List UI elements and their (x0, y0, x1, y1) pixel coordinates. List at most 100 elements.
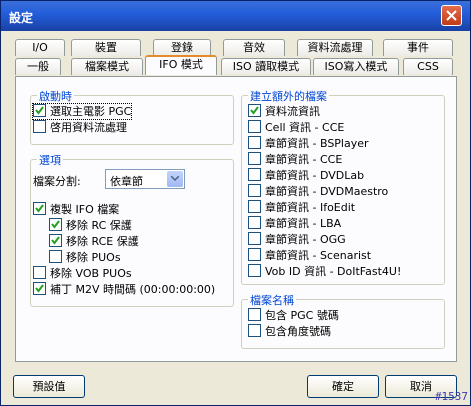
copy-ifo-checkbox[interactable]: 複製 IFO 檔案 (33, 202, 119, 217)
checkmark-icon (51, 236, 60, 245)
patch-m2v-timecode-checkbox[interactable]: 補丁 M2V 時間碼 (00:00:00:00) (33, 282, 215, 297)
remove-rce-checkbox[interactable]: 移除 RCE 保護 (49, 234, 139, 249)
checkbox-box (248, 168, 261, 181)
chevron-down-icon (171, 176, 179, 181)
checkbox-box (248, 264, 261, 277)
filename-group: 檔案名稱 包含 PGC 號碼 包含角度號碼 (241, 292, 445, 349)
stream-info-checkbox[interactable]: 資料流資訊 (248, 104, 320, 119)
chapter-info-scenarist-label: 章節資訊 - Scenarist (265, 249, 372, 262)
chapter-info-dvdmaestro-label: 章節資訊 - DVDMaestro (265, 185, 389, 198)
startup-legend: 啟動時 (37, 88, 74, 104)
chapter-info-cce-checkbox[interactable]: 章節資訊 - CCE (248, 152, 342, 167)
checkmark-icon (250, 106, 259, 115)
title-bar[interactable]: 設定 (1, 1, 470, 31)
tab-file-mode[interactable]: 檔案模式 (71, 58, 143, 75)
remove-vob-puos-label: 移除 VOB PUOs (50, 267, 132, 280)
chapter-info-ifoedit-label: 章節資訊 - IfoEdit (265, 201, 356, 214)
include-angle-number-label: 包含角度號碼 (265, 325, 331, 338)
enable-stream-processing-checkbox[interactable]: 啓用資料流處理 (33, 120, 127, 135)
cell-info-cce-checkbox[interactable]: Cell 資訊 - CCE (248, 120, 344, 135)
checkbox-box (33, 120, 46, 133)
ok-button[interactable]: 確定 (307, 375, 379, 398)
checkbox-box (248, 216, 261, 229)
startup-group: 啟動時 選取主電影 PGC 啓用資料流處理 (30, 88, 234, 145)
checkmark-icon (35, 106, 44, 115)
tab-iso-read-mode[interactable]: ISO 讀取模式 (221, 58, 311, 75)
ifo-mode-panel: 啟動時 選取主電影 PGC 啓用資料流處理 選項 檔案分割: 依章節 複製 IF… (15, 76, 457, 362)
remove-vob-puos-checkbox[interactable]: 移除 VOB PUOs (33, 266, 132, 281)
tab-io[interactable]: I/O (15, 39, 65, 56)
tab-devices[interactable]: 裝置 (71, 39, 141, 56)
checkbox-box (49, 234, 62, 247)
dropdown-button[interactable] (167, 171, 183, 187)
chapter-info-bsplayer-label: 章節資訊 - BSPlayer (265, 137, 369, 150)
chapter-info-bsplayer-checkbox[interactable]: 章節資訊 - BSPlayer (248, 136, 369, 151)
close-icon (446, 10, 457, 21)
checkbox-box (33, 104, 46, 117)
tab-events[interactable]: 事件 (383, 39, 453, 56)
checkmark-icon (35, 284, 44, 293)
tab-ifo-mode[interactable]: IFO 模式 (145, 55, 217, 75)
tab-registration[interactable]: 登錄 (153, 39, 211, 56)
tab-general[interactable]: 一般 (15, 58, 61, 75)
options-group: 選項 檔案分割: 依章節 複製 IFO 檔案 移除 RC 保護 移除 RCE 保… (30, 152, 234, 307)
checkbox-box (33, 266, 46, 279)
tab-css[interactable]: CSS (403, 58, 453, 75)
chapter-info-lba-label: 章節資訊 - LBA (265, 217, 342, 230)
chapter-info-ifoedit-checkbox[interactable]: 章節資訊 - IfoEdit (248, 200, 355, 215)
file-split-label: 檔案分割: (33, 175, 81, 188)
include-pgc-number-checkbox[interactable]: 包含 PGC 號碼 (248, 308, 339, 323)
tab-iso-write-mode[interactable]: ISO寫入模式 (313, 58, 399, 75)
extra-files-legend: 建立額外的檔案 (248, 88, 329, 104)
chapter-info-lba-checkbox[interactable]: 章節資訊 - LBA (248, 216, 341, 231)
chapter-info-dvdmaestro-checkbox[interactable]: 章節資訊 - DVDMaestro (248, 184, 388, 199)
filename-legend: 檔案名稱 (248, 292, 296, 308)
checkbox-box (248, 184, 261, 197)
stream-info-label: 資料流資訊 (265, 105, 320, 118)
tab-audio[interactable]: 音效 (223, 39, 285, 56)
window-title: 設定 (9, 11, 34, 25)
checkbox-box (248, 200, 261, 213)
enable-stream-processing-label: 啓用資料流處理 (50, 121, 127, 134)
checkbox-box (248, 324, 261, 337)
close-button[interactable] (441, 5, 462, 26)
chapter-info-ogg-label: 章節資訊 - OGG (265, 233, 346, 246)
checkbox-box (248, 232, 261, 245)
checkbox-box (33, 282, 46, 295)
include-angle-number-checkbox[interactable]: 包含角度號碼 (248, 324, 331, 339)
options-legend: 選項 (37, 152, 63, 168)
chapter-info-dvdlab-checkbox[interactable]: 章節資訊 - DVDLab (248, 168, 364, 183)
checkbox-box (49, 218, 62, 231)
checkbox-box (248, 308, 261, 321)
checkbox-box (248, 136, 261, 149)
remove-puos-checkbox[interactable]: 移除 PUOs (49, 250, 121, 265)
checkbox-box (248, 152, 261, 165)
checkbox-box (248, 248, 261, 261)
chapter-info-ogg-checkbox[interactable]: 章節資訊 - OGG (248, 232, 346, 247)
chapter-info-dvdlab-label: 章節資訊 - DVDLab (265, 169, 365, 182)
cell-info-cce-label: Cell 資訊 - CCE (265, 121, 345, 134)
vob-id-info-label: Vob ID 資訊 - DoItFast4U! (265, 265, 402, 278)
patch-m2v-timecode-label: 補丁 M2V 時間碼 (00:00:00:00) (50, 283, 216, 296)
settings-dialog: 設定 I/O 裝置 登錄 音效 資料流處理 事件 一般 檔案模式 IFO 模式 … (0, 0, 471, 406)
checkbox-box (248, 104, 261, 117)
chapter-info-scenarist-checkbox[interactable]: 章節資訊 - Scenarist (248, 248, 371, 263)
chapter-info-cce-label: 章節資訊 - CCE (265, 153, 343, 166)
select-main-pgc-label: 選取主電影 PGC (50, 105, 132, 118)
copy-ifo-label: 複製 IFO 檔案 (50, 203, 120, 216)
checkmark-icon (35, 204, 44, 213)
remove-rc-checkbox[interactable]: 移除 RC 保護 (49, 218, 132, 233)
select-main-pgc-checkbox[interactable]: 選取主電影 PGC (31, 103, 133, 120)
remove-rce-label: 移除 RCE 保護 (66, 235, 139, 248)
checkbox-box (33, 202, 46, 215)
checkbox-box (49, 250, 62, 263)
remove-puos-label: 移除 PUOs (66, 251, 121, 264)
tab-stream-processing[interactable]: 資料流處理 (297, 39, 373, 56)
watermark: #1537 (434, 390, 468, 403)
checkmark-icon (51, 220, 60, 229)
vob-id-info-checkbox[interactable]: Vob ID 資訊 - DoItFast4U! (248, 264, 401, 279)
include-pgc-number-label: 包含 PGC 號碼 (265, 309, 339, 322)
checkbox-box (248, 120, 261, 133)
file-split-select[interactable]: 依章節 (105, 169, 185, 189)
defaults-button[interactable]: 預設值 (13, 375, 85, 398)
